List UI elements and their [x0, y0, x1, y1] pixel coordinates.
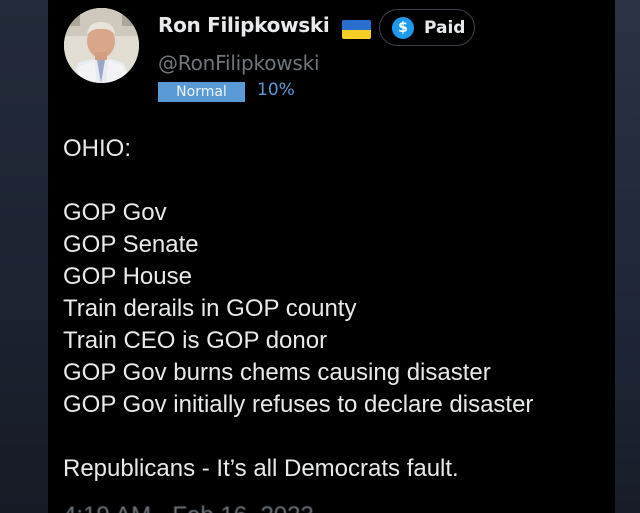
avatar[interactable] — [64, 8, 139, 83]
avatar-image — [64, 8, 139, 83]
background-left — [0, 0, 48, 513]
post-line: GOP Gov burns chems causing disaster — [63, 359, 491, 386]
author-display-name[interactable]: Ron Filipkowski — [158, 13, 330, 37]
paid-label: Paid — [424, 17, 466, 38]
author-handle[interactable]: @RonFilipkowski — [158, 51, 320, 75]
paid-badge[interactable]: $ Paid — [379, 9, 475, 46]
flag-stripe-yellow — [342, 29, 371, 39]
post-line: GOP Gov initially refuses to declare dis… — [63, 391, 534, 418]
post-line: OHIO: — [63, 135, 132, 162]
post-card[interactable]: Ron Filipkowski $ Paid @RonFilipkowski N… — [48, 0, 615, 513]
percent-value: 10% — [257, 80, 295, 100]
flag-stripe-blue — [342, 20, 371, 30]
post-line: Republicans - It’s all Democrats fault. — [63, 455, 459, 482]
post-line: GOP Gov — [63, 199, 167, 226]
background-right — [615, 0, 640, 513]
post-timestamp[interactable]: 4:19 AM · Feb 16, 2023 — [63, 502, 314, 513]
post-line: GOP Senate — [63, 231, 199, 258]
post-line: GOP House — [63, 263, 192, 290]
post-line: Train derails in GOP county — [63, 295, 357, 322]
ukraine-flag-icon — [342, 20, 371, 39]
post-body: OHIO: GOP Gov GOP Senate GOP House Train… — [63, 133, 533, 485]
post-line: Train CEO is GOP donor — [63, 327, 328, 354]
dollar-icon: $ — [392, 16, 414, 39]
mode-badge: Normal — [158, 82, 245, 102]
